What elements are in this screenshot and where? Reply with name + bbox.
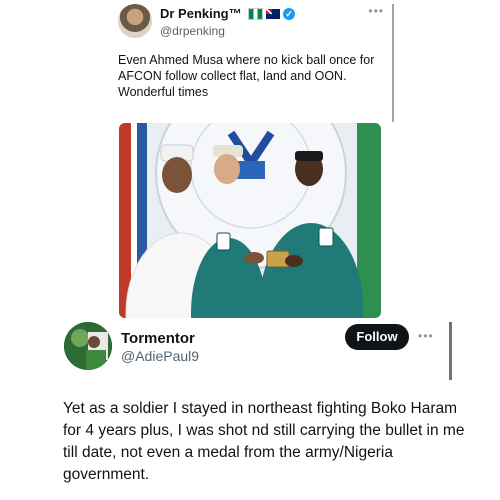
quoted-author-avatar[interactable] (118, 4, 152, 38)
award-ceremony-photo (119, 123, 381, 318)
quoted-tweet-text: Even Ahmed Musa where no kick ball once … (118, 53, 375, 99)
reply-tweet-text: Yet as a soldier I stayed in northeast f… (63, 400, 465, 483)
reply-more-options-icon[interactable]: ••• (418, 329, 434, 343)
quoted-author-badges: ✓ (248, 8, 295, 20)
reply-author-handle[interactable]: @AdiePaul9 (121, 348, 199, 364)
quoted-author-name[interactable]: Dr Penking™ (160, 6, 242, 21)
reply-author-avatar[interactable] (64, 322, 112, 370)
scrollbar[interactable] (449, 322, 452, 380)
quoted-tweet-photo[interactable] (119, 123, 381, 318)
reply-author-name[interactable]: Tormentor (121, 330, 195, 347)
nigeria-flag-icon (248, 8, 263, 20)
avatar-image (64, 322, 112, 370)
follow-button[interactable]: Follow (345, 324, 409, 350)
australia-flag-icon (266, 9, 280, 19)
quoted-tweet-card[interactable]: Dr Penking™ ✓ @drpenking ••• Even Ahmed … (100, 0, 396, 330)
quoted-more-options-icon[interactable]: ••• (368, 4, 384, 18)
verified-badge-icon: ✓ (283, 8, 295, 20)
quoted-author-handle[interactable]: @drpenking (160, 24, 225, 38)
quoted-tweet-header: Dr Penking™ ✓ @drpenking ••• (118, 4, 388, 40)
quote-divider-line (392, 4, 394, 122)
